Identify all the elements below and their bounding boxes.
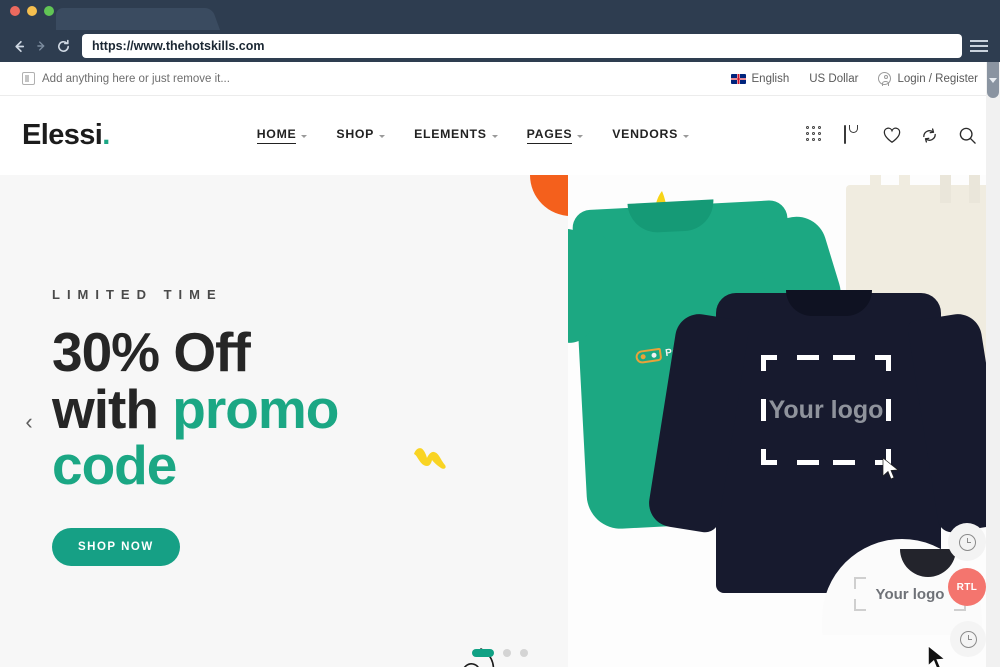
compare-refresh-icon[interactable] <box>920 126 940 146</box>
slider-pagination <box>0 649 1000 657</box>
webpage-viewport: Add anything here or just remove it... E… <box>0 62 1000 667</box>
close-window-button[interactable] <box>10 6 20 16</box>
powerup-mark-icon <box>634 347 663 365</box>
rtl-toggle-button[interactable]: RTL <box>948 568 986 606</box>
account-label: Login / Register <box>897 72 978 85</box>
nav-item-shop[interactable]: SHOP <box>336 127 386 144</box>
topbar-notice: Add anything here or just remove it... <box>22 72 230 85</box>
tote-handle-right <box>940 175 980 203</box>
hero-eyebrow: LIMITED TIME <box>52 287 223 302</box>
hero-product-image: POWERUP <box>568 175 1000 667</box>
news-icon <box>22 72 35 85</box>
slider-dot-1[interactable] <box>472 649 494 657</box>
shopping-bag-icon[interactable] <box>844 124 864 146</box>
cap-your-logo-text: Your logo <box>875 585 945 603</box>
logo-text: Elessi <box>22 119 103 151</box>
apps-grid-icon[interactable] <box>806 125 826 146</box>
chevron-down-icon <box>577 134 584 138</box>
wishlist-heart-icon[interactable] <box>882 126 902 146</box>
hero-heading: 30% Off with promo code <box>52 324 472 494</box>
slider-prev-button[interactable]: ‹ <box>18 407 40 437</box>
maximize-window-button[interactable] <box>44 6 54 16</box>
hero-heading-line1: 30% Off <box>52 321 251 383</box>
nav-item-pages[interactable]: PAGES <box>526 127 584 145</box>
chevron-down-icon <box>379 134 386 138</box>
hamburger-menu-icon[interactable] <box>970 37 988 55</box>
chevron-down-icon <box>301 134 308 138</box>
page-scrollbar[interactable] <box>986 62 1000 667</box>
nav-item-home[interactable]: HOME <box>256 127 308 145</box>
language-switcher[interactable]: English <box>730 72 790 85</box>
nav-item-elements[interactable]: ELEMENTS <box>414 127 498 144</box>
back-arrow-icon[interactable] <box>8 35 30 57</box>
slider-dot-3[interactable] <box>520 649 528 657</box>
hero-content: LIMITED TIME 30% Off with promo code SHO… <box>52 287 472 566</box>
recently-viewed-button[interactable] <box>948 523 986 561</box>
account-link[interactable]: Login / Register <box>878 72 978 86</box>
main-navigation: HOME SHOP ELEMENTS PAGES VENDORS <box>227 127 689 145</box>
history-button[interactable] <box>950 621 986 657</box>
nav-label: PAGES <box>526 127 573 145</box>
logo-accent-dot: . <box>102 119 110 151</box>
currency-switcher[interactable]: US Dollar <box>809 73 858 85</box>
site-header: Elessi. HOME SHOP ELEMENTS PAGES VENDORS <box>0 96 1000 175</box>
nav-label: SHOP <box>336 127 375 141</box>
scrollbar-thumb[interactable] <box>987 62 999 98</box>
tshirt-sleeve-left <box>568 223 610 347</box>
address-bar[interactable]: https://www.thehotskills.com <box>82 34 962 58</box>
uk-flag-icon <box>730 73 746 84</box>
site-topbar: Add anything here or just remove it... E… <box>0 62 1000 96</box>
site-logo[interactable]: Elessi. <box>22 119 110 152</box>
reload-icon[interactable] <box>52 35 74 57</box>
nav-label: ELEMENTS <box>414 127 487 141</box>
topbar-notice-text: Add anything here or just remove it... <box>42 72 230 85</box>
tote-handle-left <box>870 175 910 203</box>
window-traffic-lights <box>10 6 54 16</box>
user-icon <box>878 72 892 86</box>
url-text: https://www.thehotskills.com <box>92 39 265 53</box>
search-icon[interactable] <box>958 126 978 146</box>
your-logo-placeholder-text: Your logo <box>768 395 884 424</box>
logo-placeholder-frame: Your logo <box>761 355 891 465</box>
chevron-down-icon <box>683 134 689 138</box>
topbar-actions: English US Dollar Login / Register <box>730 72 978 86</box>
hero-slider: LIMITED TIME 30% Off with promo code SHO… <box>0 175 1000 667</box>
language-label: English <box>751 72 790 85</box>
clock-icon <box>959 630 977 648</box>
nav-item-vendors[interactable]: VENDORS <box>612 127 689 144</box>
forward-arrow-icon[interactable] <box>30 35 52 57</box>
browser-chrome: https://www.thehotskills.com <box>0 0 1000 62</box>
minimize-window-button[interactable] <box>27 6 37 16</box>
currency-label: US Dollar <box>809 72 859 85</box>
slider-dot-2[interactable] <box>503 649 511 657</box>
chevron-down-icon <box>989 77 997 83</box>
shop-now-button[interactable]: SHOP NOW <box>52 527 180 566</box>
hero-heading-line2: with promo code <box>52 377 472 494</box>
nav-label: HOME <box>256 127 297 145</box>
screenshot-root: https://www.thehotskills.com Add anythin… <box>0 0 1000 667</box>
header-icon-group <box>806 124 978 146</box>
browser-toolbar: https://www.thehotskills.com <box>0 30 1000 62</box>
chevron-down-icon <box>491 134 498 138</box>
nav-label: VENDORS <box>612 127 678 141</box>
clock-icon <box>958 533 976 551</box>
browser-tab[interactable] <box>56 8 206 30</box>
hero-heading-plain: with <box>52 377 173 440</box>
